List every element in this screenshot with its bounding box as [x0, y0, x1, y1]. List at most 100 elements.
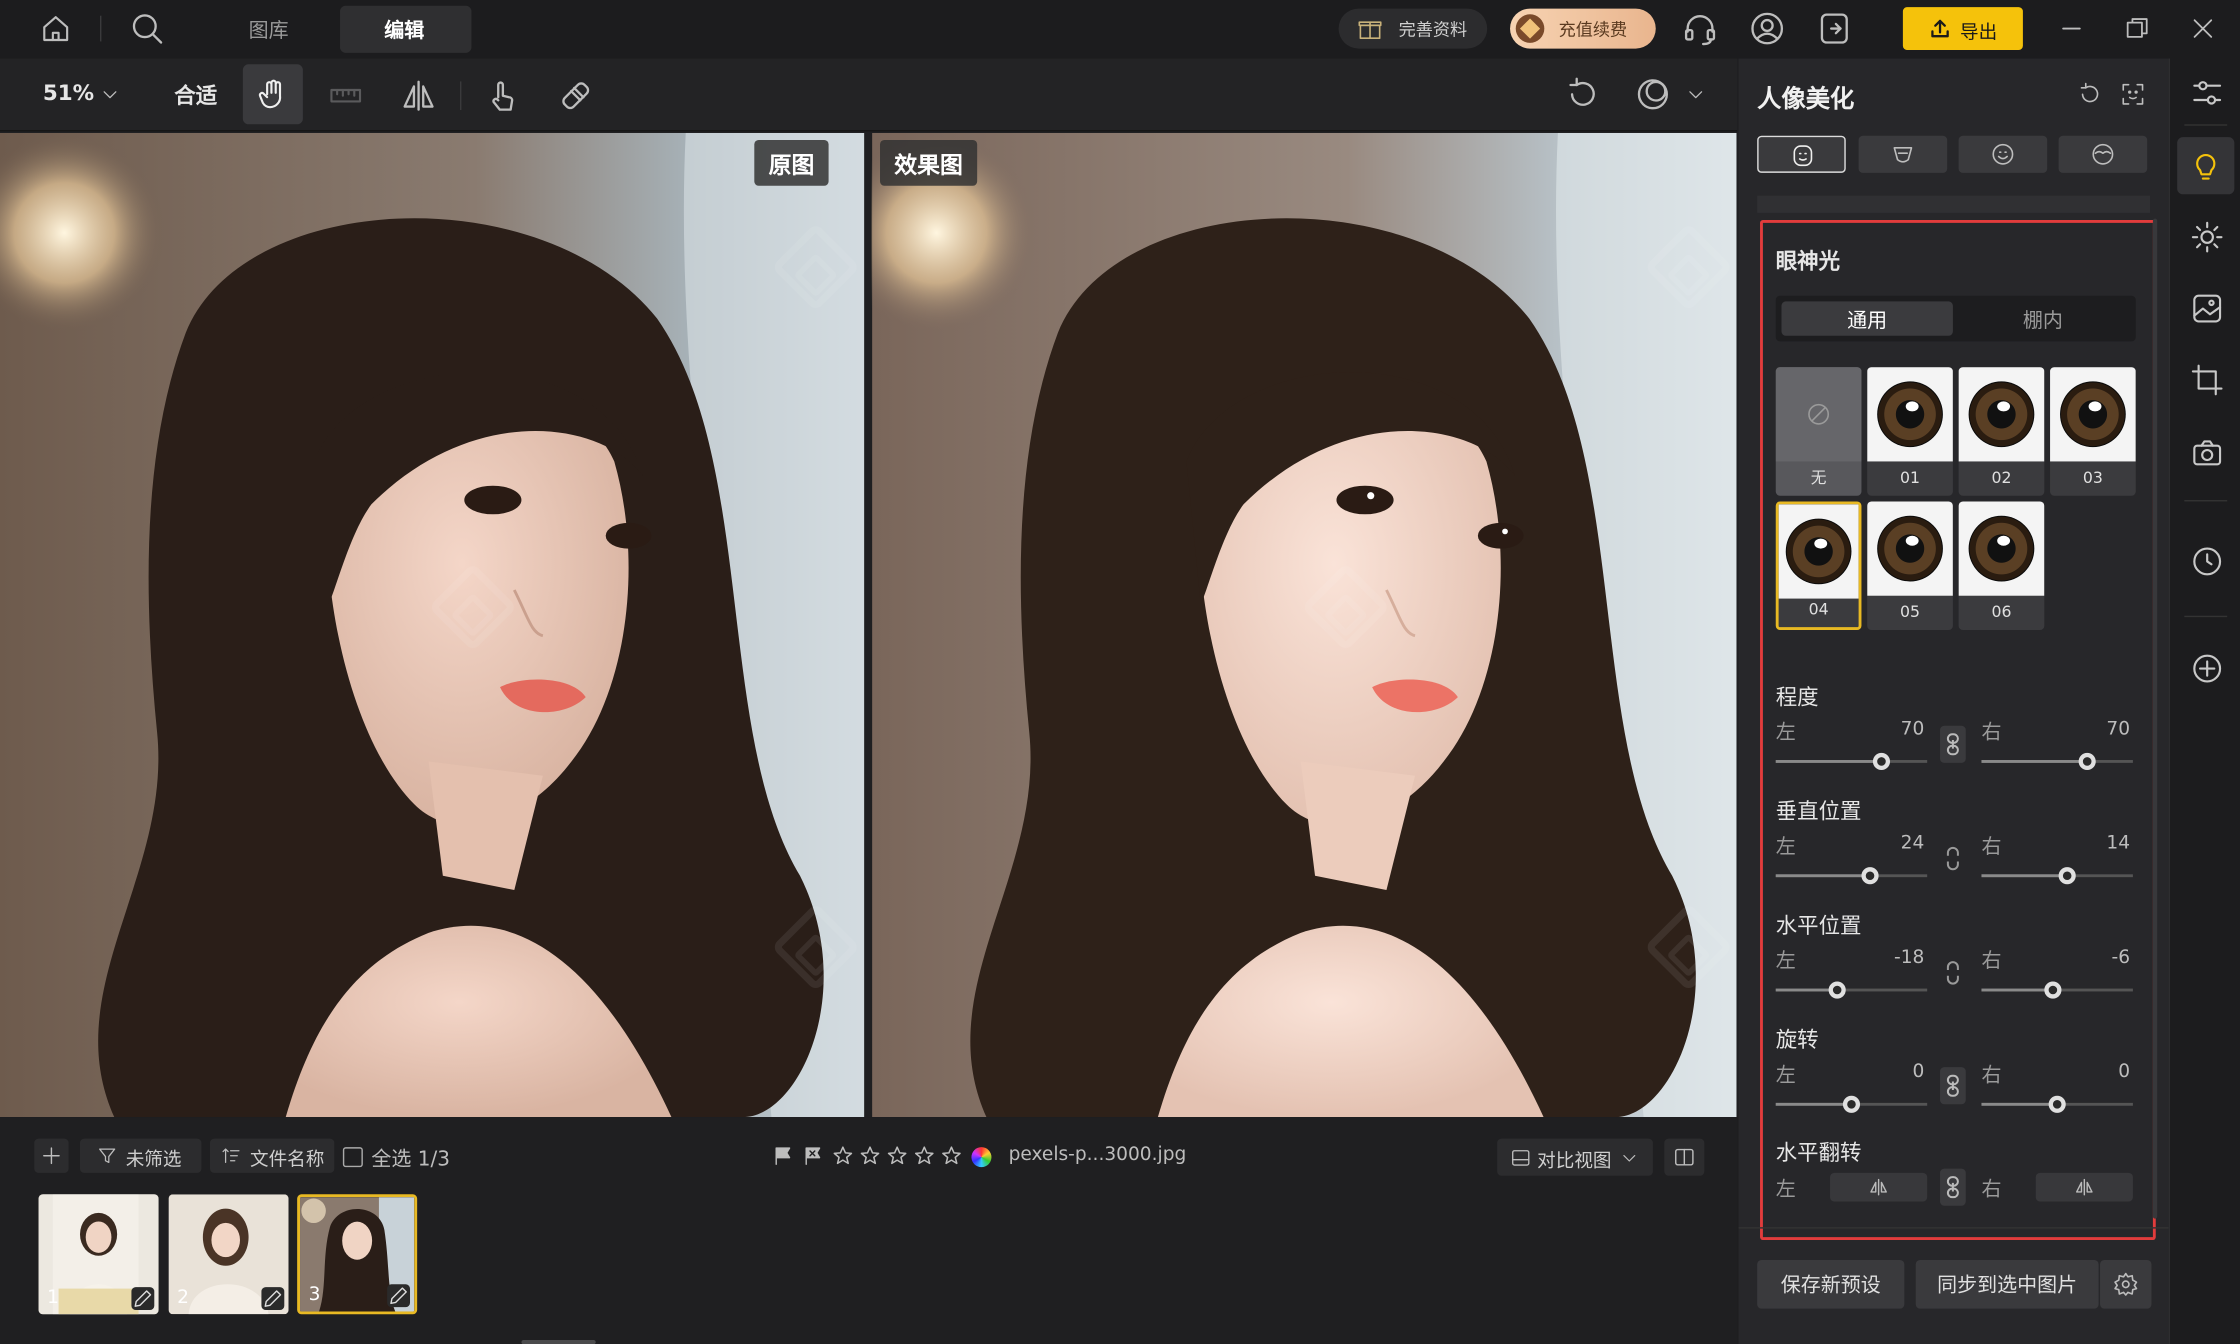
- hand-icon: [256, 77, 290, 111]
- slider-handle[interactable]: [2044, 981, 2062, 999]
- sync-to-selected-button[interactable]: 同步到选中图片: [1915, 1260, 2099, 1309]
- select-all-checkbox[interactable]: [342, 1147, 363, 1168]
- slider-title: 水平位置: [1775, 912, 1862, 939]
- image-adjust-icon[interactable]: [2190, 291, 2224, 325]
- tab-face[interactable]: [1757, 135, 1846, 173]
- view-mode-dropdown[interactable]: 对比视图: [1497, 1138, 1653, 1176]
- preset-06[interactable]: 06: [1958, 501, 2045, 631]
- flag-icon[interactable]: [771, 1144, 794, 1167]
- link-icon[interactable]: [1940, 1067, 1966, 1105]
- flip-mirror-icon[interactable]: [400, 77, 437, 114]
- preset-01[interactable]: 01: [1867, 367, 1953, 496]
- headset-icon[interactable]: [1681, 10, 1718, 47]
- hand-tool-button[interactable]: [242, 64, 303, 125]
- result-image[interactable]: 效果图: [871, 132, 1737, 1118]
- preset-04[interactable]: 04: [1775, 501, 1862, 631]
- user-icon[interactable]: [1749, 10, 1786, 47]
- preset-label: 06: [1991, 602, 2012, 622]
- right-slider[interactable]: [1981, 981, 2133, 999]
- edit-pen-icon[interactable]: [131, 1287, 155, 1311]
- complete-profile-button[interactable]: 完善资料: [1338, 8, 1488, 49]
- star-icon[interactable]: [940, 1144, 963, 1167]
- file-name: pexels-p...3000.jpg: [1008, 1144, 1187, 1166]
- preset-03[interactable]: 03: [2050, 367, 2136, 496]
- recharge-button[interactable]: 充值续费: [1510, 8, 1656, 49]
- portrait-tool-button[interactable]: [2177, 137, 2235, 195]
- slider-handle[interactable]: [1861, 867, 1879, 885]
- zoom-level[interactable]: 51%: [43, 80, 94, 106]
- touch-point-icon[interactable]: [484, 77, 521, 114]
- preset-none[interactable]: 无: [1775, 367, 1862, 496]
- preset-02[interactable]: 02: [1958, 367, 2045, 496]
- eye-icon: [2060, 381, 2126, 448]
- close-icon[interactable]: [2189, 14, 2218, 43]
- flip-right-button[interactable]: [2035, 1172, 2133, 1202]
- edit-pen-icon[interactable]: [387, 1284, 411, 1308]
- star-icon[interactable]: [886, 1144, 909, 1167]
- link-icon[interactable]: [1940, 1168, 1966, 1206]
- brightness-icon[interactable]: [2190, 220, 2224, 254]
- left-slider[interactable]: [1775, 752, 1928, 771]
- unlink-icon[interactable]: [1940, 954, 1966, 991]
- camera-icon[interactable]: [2190, 436, 2224, 470]
- star-icon[interactable]: [859, 1144, 882, 1167]
- minimize-icon[interactable]: [2057, 14, 2086, 43]
- left-slider[interactable]: [1775, 1095, 1928, 1113]
- reject-flag-icon[interactable]: [801, 1144, 824, 1167]
- add-circle-icon[interactable]: [2190, 651, 2224, 685]
- filter-button[interactable]: 未筛选: [80, 1138, 202, 1173]
- flip-left-button[interactable]: [1830, 1172, 1928, 1202]
- reset-icon[interactable]: [2077, 81, 2103, 107]
- star-icon[interactable]: [913, 1144, 936, 1167]
- edit-pen-icon[interactable]: [261, 1287, 285, 1311]
- mode-tab-general[interactable]: 通用: [1781, 301, 1953, 336]
- crop-icon[interactable]: [2190, 363, 2224, 397]
- restore-icon[interactable]: [2123, 14, 2152, 43]
- left-slider[interactable]: [1775, 981, 1928, 999]
- fit-button[interactable]: 合适: [174, 80, 217, 110]
- original-image[interactable]: 原图: [0, 132, 865, 1118]
- tab-eyes[interactable]: [2058, 135, 2148, 173]
- thumbnail-1[interactable]: 1: [38, 1194, 159, 1315]
- right-slider[interactable]: [1981, 752, 2133, 771]
- ruler-icon[interactable]: [327, 79, 364, 113]
- right-slider[interactable]: [1981, 867, 2133, 885]
- sync-settings-button[interactable]: [2100, 1260, 2152, 1309]
- tab-edit[interactable]: 编辑: [340, 5, 472, 53]
- title-bar: 图库 编辑 完善资料 充值续费 导出: [0, 0, 2240, 59]
- search-icon[interactable]: [129, 10, 166, 47]
- logout-icon[interactable]: [1816, 10, 1853, 47]
- link-icon[interactable]: [1940, 725, 1966, 763]
- home-icon[interactable]: [39, 11, 73, 45]
- slider-handle[interactable]: [2048, 1095, 2066, 1113]
- star-rating[interactable]: [831, 1144, 968, 1170]
- tab-expression[interactable]: [1958, 135, 2048, 173]
- eraser-icon[interactable]: [557, 77, 594, 114]
- preset-05[interactable]: 05: [1867, 501, 1953, 631]
- slider-handle[interactable]: [1842, 1095, 1861, 1113]
- save-preset-button[interactable]: 保存新预设: [1757, 1260, 1905, 1309]
- sort-button[interactable]: 文件名称: [210, 1138, 335, 1173]
- right-slider[interactable]: [1981, 1095, 2133, 1113]
- zoom-chevron-down-icon[interactable]: [100, 84, 120, 104]
- export-button[interactable]: 导出: [1902, 7, 2023, 51]
- face-scan-icon[interactable]: [2120, 81, 2146, 107]
- horizontal-scrollbar[interactable]: [521, 1340, 596, 1344]
- tab-library[interactable]: 图库: [249, 16, 289, 45]
- color-label-icon[interactable]: [971, 1147, 992, 1168]
- thumbnail-3[interactable]: 3: [297, 1194, 418, 1315]
- adjust-sliders-icon[interactable]: [2190, 76, 2224, 110]
- overlay-compare-icon[interactable]: [1634, 76, 1671, 113]
- tab-makeup[interactable]: [1858, 135, 1948, 173]
- add-button[interactable]: [34, 1138, 69, 1173]
- compare-chevron-down-icon[interactable]: [1686, 84, 1706, 104]
- left-slider[interactable]: [1775, 867, 1928, 885]
- unlink-icon[interactable]: [1940, 840, 1966, 877]
- undo-reset-icon[interactable]: [1564, 76, 1601, 113]
- panel-scrollbar[interactable]: [2152, 218, 2158, 1219]
- split-view-button[interactable]: [1664, 1138, 1705, 1176]
- star-icon[interactable]: [831, 1144, 854, 1167]
- history-clock-icon[interactable]: [2190, 544, 2224, 578]
- thumbnail-2[interactable]: 2: [168, 1194, 289, 1315]
- mode-tab-studio[interactable]: 棚内: [1956, 301, 2130, 335]
